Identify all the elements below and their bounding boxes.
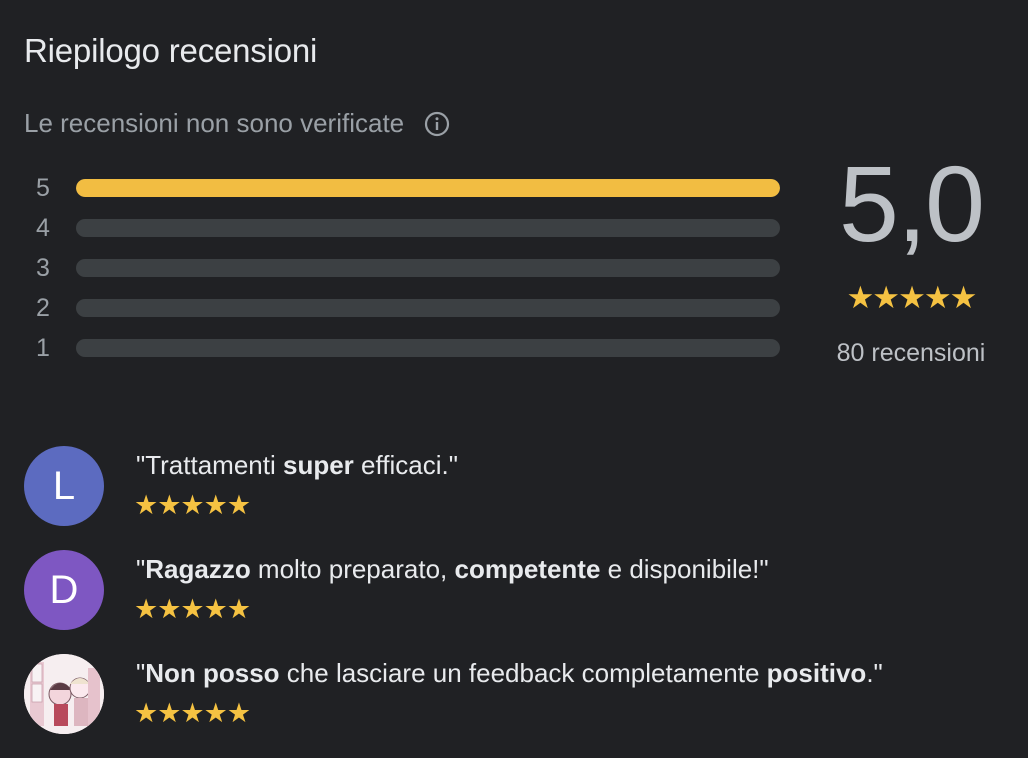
highlight-text: super [282,450,354,480]
rating-bar[interactable] [76,339,780,357]
rating-bar[interactable] [76,179,780,197]
overall-score: 5,0 ★★★★★ 80 recensioni [826,150,996,368]
quote-text: che lasciare un feedback completamente [279,658,767,688]
review-stars: ★★★★★ [134,698,251,728]
rating-bar[interactable] [76,259,780,277]
open-quote: " [136,554,146,584]
quote-text: Trattamenti [145,450,283,480]
highlight-text: Ragazzo [145,554,251,584]
verification-text: Le recensioni non sono verificate [24,108,405,138]
avatar[interactable]: D [24,550,104,630]
rating-bar[interactable] [76,219,780,237]
rating-row: 4 [36,208,782,248]
avatar-photo[interactable] [24,654,104,734]
rating-label: 4 [36,213,50,242]
rating-bar-fill [76,179,780,197]
highlight-text: positivo [766,658,867,688]
rating-label: 5 [36,173,50,202]
quote-text: e disponibile!" [600,554,769,584]
avatar[interactable]: L [24,446,104,526]
open-quote: " [136,450,146,480]
quote-text: efficaci." [353,450,458,480]
quote-text: molto preparato, [250,554,455,584]
info-icon[interactable] [424,111,450,137]
average-stars: ★★★★★ [846,280,978,315]
page-title: Riepilogo recensioni [24,32,318,69]
rating-row: 2 [36,288,782,328]
average-rating: 5,0 [838,143,985,264]
highlight-text: Non posso [145,658,280,688]
rating-label: 2 [36,293,50,322]
highlight-text: competente [454,554,601,584]
verification-notice: Le recensioni non sono verificate [24,108,450,139]
review-quote[interactable]: "Trattamenti super efficaci." [136,450,458,481]
review-quote[interactable]: "Ragazzo molto preparato, competente e d… [136,554,769,585]
open-quote: " [136,658,146,688]
rating-bar[interactable] [76,299,780,317]
rating-row: 5 [36,168,782,208]
rating-row: 3 [36,248,782,288]
review-stars: ★★★★★ [134,594,251,624]
review-item: L "Trattamenti super efficaci." ★★★★★ [24,446,1014,550]
rating-label: 1 [36,333,50,362]
rating-label: 3 [36,253,50,282]
review-item: "Non posso che lasciare un feedback comp… [24,654,1014,758]
review-snippets: L "Trattamenti super efficaci." ★★★★★ D … [24,446,1014,758]
review-count-link[interactable]: 80 recensioni [826,339,996,368]
rating-row: 1 [36,328,782,368]
rating-distribution: 5 4 3 2 1 [36,168,782,368]
quote-text: ." [866,658,883,688]
review-summary-panel: Riepilogo recensioni Le recensioni non s… [0,0,1028,758]
review-item: D "Ragazzo molto preparato, competente e… [24,550,1014,654]
review-quote[interactable]: "Non posso che lasciare un feedback comp… [136,658,883,689]
review-stars: ★★★★★ [134,490,251,520]
